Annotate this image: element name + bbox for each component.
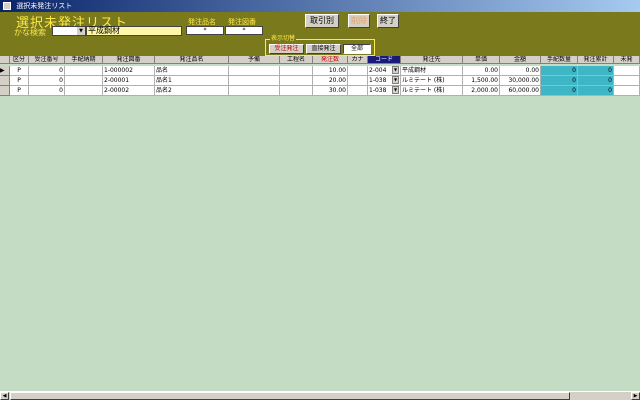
cell-order-no[interactable]: 0 bbox=[29, 76, 65, 86]
cell-order-total[interactable]: 0 bbox=[578, 66, 614, 76]
row-selector[interactable] bbox=[0, 76, 10, 86]
row-selector[interactable] bbox=[0, 86, 10, 96]
col-header-order-qty[interactable]: 発注数 bbox=[313, 56, 348, 64]
cell-order-qty[interactable]: 20.00 bbox=[313, 76, 348, 86]
cell-unit-price[interactable]: 1,500.00 bbox=[463, 76, 500, 86]
cell-arrange-qty[interactable]: 0 bbox=[541, 86, 578, 96]
order-drawing-input[interactable]: * bbox=[225, 26, 263, 35]
col-header-arrange-qty[interactable]: 手配数量 bbox=[541, 56, 578, 64]
cell-process[interactable] bbox=[280, 86, 313, 96]
horizontal-scrollbar[interactable]: ◀ ▶ bbox=[0, 391, 640, 400]
cell-process[interactable] bbox=[280, 66, 313, 76]
arrow-right-icon[interactable]: ▶ bbox=[631, 392, 640, 400]
col-header-amount[interactable]: 金額 bbox=[500, 56, 541, 64]
col-header-due-date[interactable]: 手配納期 bbox=[65, 56, 103, 64]
row-selector[interactable]: ▶ bbox=[0, 66, 10, 76]
cell-kubun[interactable]: P bbox=[10, 66, 29, 76]
cell-order-qty[interactable]: 10.00 bbox=[313, 66, 348, 76]
delete-button[interactable]: 削除 bbox=[348, 14, 370, 28]
cell-supplier[interactable]: 平成鋼材 bbox=[401, 66, 463, 76]
window-title: 選択未発注リスト bbox=[16, 2, 73, 10]
cell-code[interactable]: 1-038 ▼ bbox=[368, 76, 401, 86]
cell-kana[interactable] bbox=[348, 76, 368, 86]
cell-spare[interactable] bbox=[229, 76, 280, 86]
cell-arrange-qty[interactable]: 0 bbox=[541, 66, 578, 76]
toggle-direct[interactable]: 直接発注 bbox=[306, 44, 341, 54]
col-header-unordered[interactable]: 未発 bbox=[614, 56, 640, 64]
cell-due-date[interactable] bbox=[65, 66, 103, 76]
cell-drawing-no[interactable]: 2-00002 bbox=[103, 86, 155, 96]
cell-unordered[interactable] bbox=[614, 86, 640, 96]
cell-unit-price[interactable]: 2,000.00 bbox=[463, 86, 500, 96]
col-header-drawing-no[interactable]: 発注図番 bbox=[103, 56, 155, 64]
cell-kana[interactable] bbox=[348, 86, 368, 96]
row-selector-header bbox=[0, 56, 10, 64]
cell-kana[interactable] bbox=[348, 66, 368, 76]
col-header-process[interactable]: 工程名 bbox=[280, 56, 313, 64]
cell-due-date[interactable] bbox=[65, 76, 103, 86]
cell-spare[interactable] bbox=[229, 66, 280, 76]
cell-supplier[interactable]: ルミテート (株) bbox=[401, 76, 463, 86]
cell-code-text: 1-038 bbox=[369, 77, 387, 84]
display-toggle-group: 表示切替 受注発注 直接発注 全部 bbox=[265, 35, 375, 56]
col-header-unit-price[interactable]: 単価 bbox=[463, 56, 500, 64]
scrollbar-thumb[interactable] bbox=[10, 392, 570, 400]
cell-item-name[interactable]: 品名1 bbox=[155, 76, 229, 86]
chevron-down-icon[interactable]: ▼ bbox=[392, 86, 399, 94]
cell-order-no[interactable]: 0 bbox=[29, 86, 65, 96]
cell-code[interactable]: 2-004 ▼ bbox=[368, 66, 401, 76]
cell-unordered[interactable] bbox=[614, 76, 640, 86]
col-header-item-name[interactable]: 発注品名 bbox=[155, 56, 229, 64]
cell-code[interactable]: 1-038 ▼ bbox=[368, 86, 401, 96]
chevron-down-icon[interactable]: ▼ bbox=[77, 27, 85, 35]
kana-search-select[interactable]: ▼ bbox=[52, 26, 86, 36]
cell-kubun[interactable]: P bbox=[10, 86, 29, 96]
col-header-order-no[interactable]: 受注番号 bbox=[29, 56, 65, 64]
toggle-all[interactable]: 全部 bbox=[343, 44, 371, 54]
arrow-left-icon[interactable]: ◀ bbox=[0, 392, 9, 400]
cell-kubun[interactable]: P bbox=[10, 76, 29, 86]
cell-order-total[interactable]: 0 bbox=[578, 86, 614, 96]
triangle-right-icon: ▶ bbox=[0, 67, 5, 74]
cell-amount[interactable]: 60,000.00 bbox=[500, 86, 541, 96]
col-header-supplier[interactable]: 発注先 bbox=[401, 56, 463, 64]
cell-drawing-no[interactable]: 2-00001 bbox=[103, 76, 155, 86]
cell-arrange-qty[interactable]: 0 bbox=[541, 76, 578, 86]
exit-button[interactable]: 終了 bbox=[377, 14, 399, 28]
cell-unit-price[interactable]: 0.00 bbox=[463, 66, 500, 76]
cell-code-text: 2-004 bbox=[369, 67, 387, 74]
cell-order-no[interactable]: 0 bbox=[29, 66, 65, 76]
col-header-code[interactable]: コード bbox=[368, 56, 401, 64]
header-panel: 選択未発注リスト かな検索 ▼ 平成鋼材 発注品名 発注図番 * * 取引別 削… bbox=[0, 12, 640, 56]
customer-input[interactable]: 平成鋼材 bbox=[86, 26, 182, 36]
order-name-input[interactable]: * bbox=[186, 26, 224, 35]
chevron-down-icon[interactable]: ▼ bbox=[392, 66, 399, 74]
cell-process[interactable] bbox=[280, 76, 313, 86]
window-titlebar: 選択未発注リスト bbox=[0, 0, 640, 12]
kana-search-label: かな検索 bbox=[14, 28, 46, 37]
col-header-order-total[interactable]: 発注累計 bbox=[578, 56, 614, 64]
cell-drawing-no[interactable]: 1-000002 bbox=[103, 66, 155, 76]
by-customer-button[interactable]: 取引別 bbox=[305, 14, 339, 28]
cell-spare[interactable] bbox=[229, 86, 280, 96]
toggle-order-based[interactable]: 受注発注 bbox=[269, 44, 304, 54]
cell-unordered[interactable] bbox=[614, 66, 640, 76]
cell-item-name[interactable]: 品名 bbox=[155, 66, 229, 76]
cell-order-total[interactable]: 0 bbox=[578, 76, 614, 86]
cell-item-name[interactable]: 品名2 bbox=[155, 86, 229, 96]
cell-amount[interactable]: 0.00 bbox=[500, 66, 541, 76]
cell-supplier[interactable]: ルミテート (株) bbox=[401, 86, 463, 96]
col-header-kana[interactable]: カナ bbox=[348, 56, 368, 64]
col-header-spare[interactable]: 予備 bbox=[229, 56, 280, 64]
chevron-down-icon[interactable]: ▼ bbox=[392, 76, 399, 84]
cell-order-qty[interactable]: 30.00 bbox=[313, 86, 348, 96]
display-toggle-legend: 表示切替 bbox=[270, 35, 297, 42]
col-header-kubun[interactable]: 区分 bbox=[10, 56, 29, 64]
cell-amount[interactable]: 30,000.00 bbox=[500, 76, 541, 86]
app-icon[interactable] bbox=[3, 2, 11, 10]
cell-code-text: 1-038 bbox=[369, 87, 387, 94]
cell-due-date[interactable] bbox=[65, 86, 103, 96]
